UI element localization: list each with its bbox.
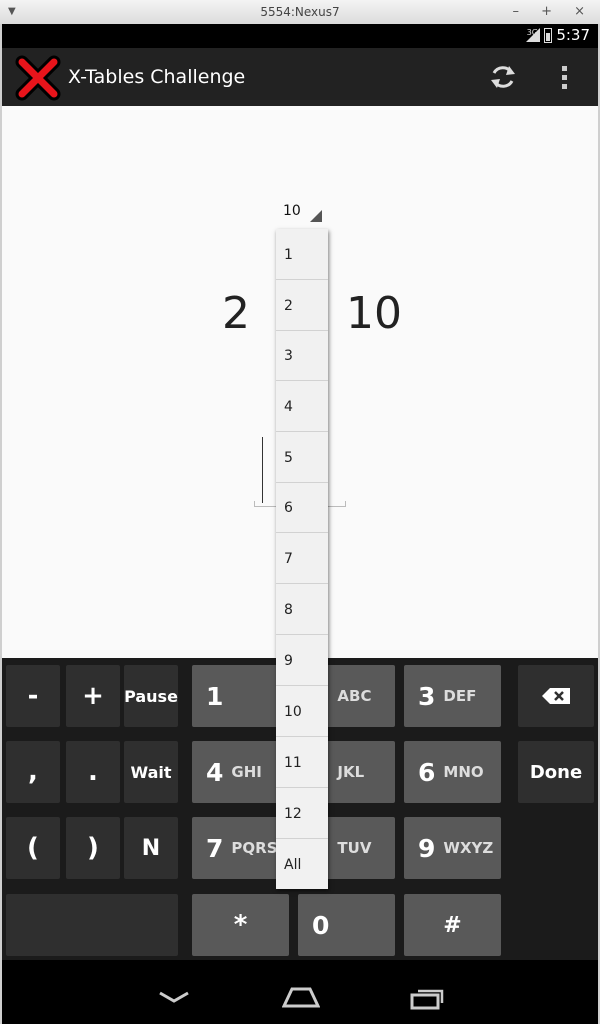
dropdown-option[interactable]: 4 [276, 382, 328, 432]
pause-key[interactable]: Pause [124, 665, 178, 727]
dropdown-option[interactable]: 6 [276, 483, 328, 533]
backspace-key[interactable] [518, 665, 594, 727]
home-icon[interactable] [282, 986, 320, 1008]
dropdown-option[interactable]: 12 [276, 789, 328, 839]
minus-key[interactable]: - [6, 665, 60, 727]
left-operand: 2 [222, 288, 250, 339]
key-7[interactable]: 7 PQRS [192, 817, 289, 879]
key-1[interactable]: 1 [192, 665, 289, 727]
comma-key[interactable]: , [6, 741, 60, 803]
action-bar: X-Tables Challenge [2, 48, 598, 106]
right-paren-key[interactable]: ) [66, 817, 120, 879]
hash-key[interactable]: # [404, 894, 501, 956]
dropdown-option[interactable]: 5 [276, 433, 328, 483]
emulator-title-bar: ▼ 5554:Nexus7 – + × [0, 0, 600, 25]
app-logo-icon[interactable] [14, 54, 62, 102]
dropdown-option[interactable]: All [276, 840, 328, 890]
key-0[interactable]: 0 [298, 894, 395, 956]
navigation-bar [2, 960, 598, 1024]
dropdown-option[interactable]: 3 [276, 331, 328, 381]
status-bar: 3G 5:37 [2, 24, 598, 48]
refresh-icon[interactable] [488, 62, 518, 92]
spinner-dropdown-icon[interactable] [310, 210, 322, 222]
key-9[interactable]: 9 WXYZ [404, 817, 501, 879]
period-key[interactable]: . [66, 741, 120, 803]
clock: 5:37 [556, 26, 590, 44]
recent-apps-icon[interactable] [410, 986, 446, 1010]
overflow-menu-icon[interactable] [554, 64, 574, 92]
spacer-key[interactable] [6, 894, 178, 956]
back-icon[interactable] [158, 990, 190, 1004]
window-menu-icon[interactable]: ▼ [8, 0, 16, 24]
key-6[interactable]: 6 MNO [404, 741, 501, 803]
text-cursor [262, 437, 263, 503]
signal-icon [526, 28, 540, 42]
window-controls[interactable]: – + × [512, 0, 594, 24]
window-title: 5554:Nexus7 [260, 5, 340, 19]
dropdown-option[interactable]: 1 [276, 230, 328, 280]
left-paren-key[interactable]: ( [6, 817, 60, 879]
right-operand: 10 [346, 288, 402, 339]
backspace-icon [542, 688, 570, 704]
table-spinner-value[interactable]: 10 [283, 203, 301, 219]
dropdown-option[interactable]: 8 [276, 585, 328, 635]
key-4[interactable]: 4 GHI [192, 741, 289, 803]
plus-key[interactable]: + [66, 665, 120, 727]
key-3[interactable]: 3 DEF [404, 665, 501, 727]
star-key[interactable]: * [192, 894, 289, 956]
battery-icon [544, 28, 552, 43]
n-key[interactable]: N [124, 817, 178, 879]
dropdown-option[interactable]: 11 [276, 738, 328, 788]
dropdown-option[interactable]: 7 [276, 534, 328, 584]
table-dropdown-list: 1 2 3 4 5 6 7 8 9 10 11 12 All [276, 229, 328, 889]
dropdown-option[interactable]: 9 [276, 636, 328, 686]
done-key[interactable]: Done [518, 741, 594, 803]
dropdown-option[interactable]: 10 [276, 687, 328, 737]
wait-key[interactable]: Wait [124, 741, 178, 803]
dropdown-option[interactable]: 2 [276, 281, 328, 331]
app-title: X-Tables Challenge [68, 66, 246, 88]
